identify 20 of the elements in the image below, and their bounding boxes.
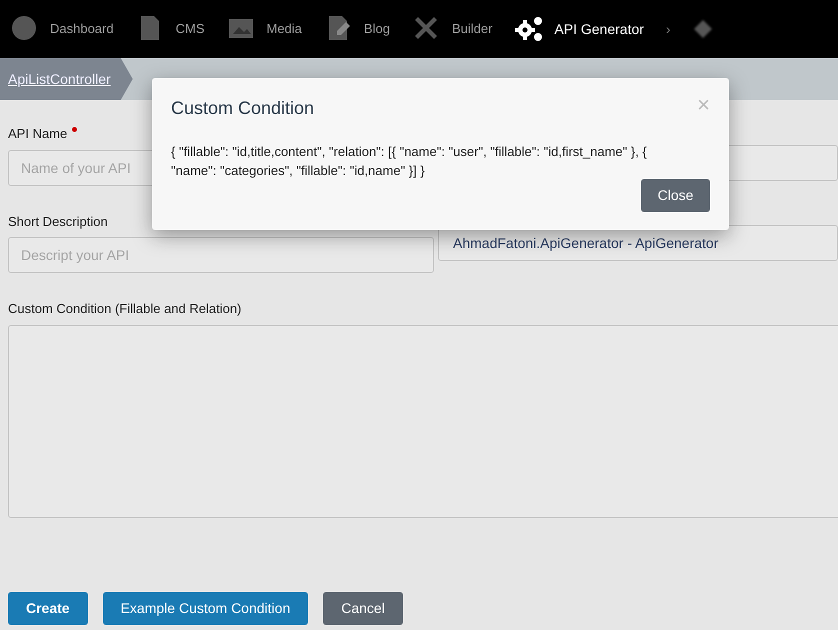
close-button[interactable]: Close [641,179,710,212]
modal-title: Custom Condition [171,98,314,120]
text-field[interactable]: Descript your API [8,237,434,273]
form-button[interactable]: Cancel [323,592,403,624]
textarea-field[interactable] [8,324,838,518]
nav-item[interactable]: Dashboard [10,14,114,44]
field-label: Short Description [8,212,108,231]
select-field[interactable]: AhmadFatoni.ApiGenerator - ApiGenerator [438,225,838,261]
modal-text: { "fillable": "id,title,content", "relation": [{ "name": "user", "fillable": "id,first_name" }, { "name": "categories", "fillable": "id,name" }] } [171,142,648,180]
form-button[interactable]: Example Custom Condition [102,592,308,624]
nav-item[interactable]: Blog [324,14,390,44]
field-label: Custom Condition (Fillable and Relation) [8,300,242,318]
chevron-icon: › [666,18,671,40]
form-button[interactable]: Create [8,592,88,624]
nav-item[interactable]: Builder [412,14,492,44]
gears-icon [514,14,544,44]
nav-item[interactable]: CMS [136,14,204,44]
field-label: API Name [8,125,68,143]
nav-item[interactable]: Media [226,14,302,44]
nav-item[interactable]: API Generator [514,14,644,44]
